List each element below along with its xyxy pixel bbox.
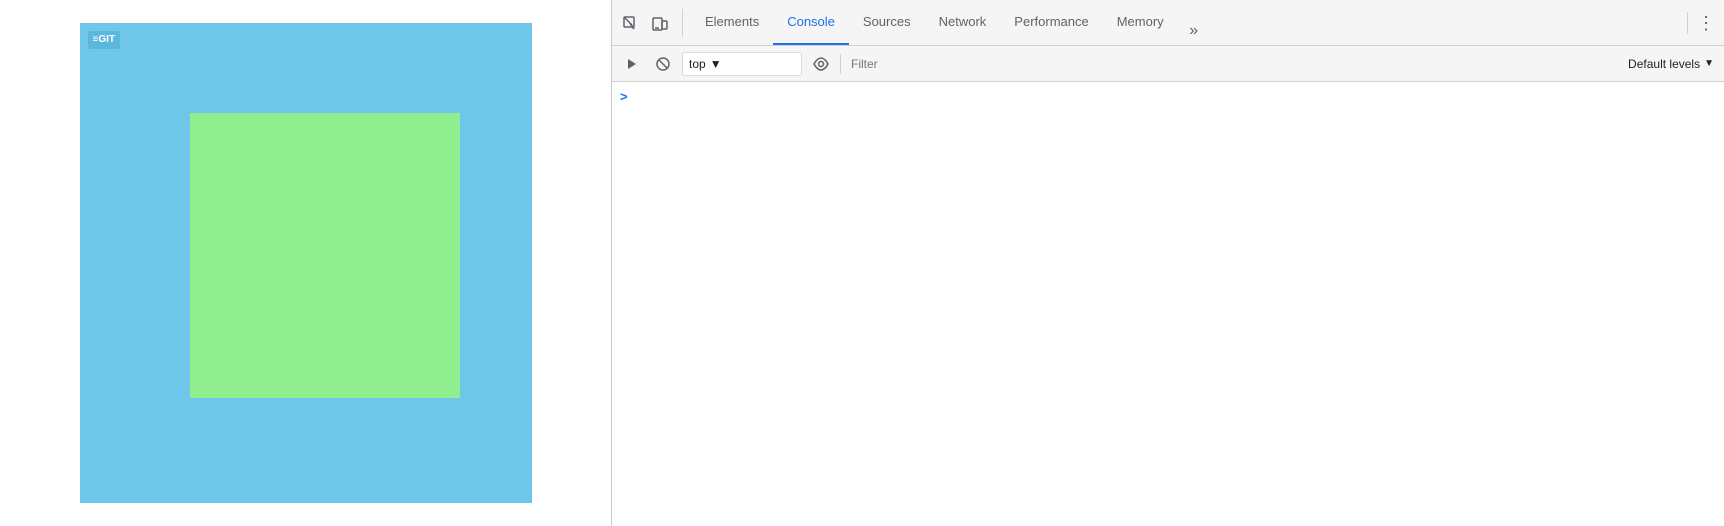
webpage-preview: ≡GIT: [0, 0, 612, 526]
menu-dots-icon: ⋮: [1697, 14, 1715, 32]
default-levels-button[interactable]: Default levels ▼: [1624, 52, 1718, 76]
more-tabs-button[interactable]: »: [1180, 17, 1208, 45]
inspect-element-button[interactable]: [616, 9, 644, 37]
console-toolbar-divider: [840, 54, 841, 74]
console-clear-button[interactable]: [618, 51, 644, 77]
console-toolbar: top ▼ Default levels ▼: [612, 46, 1724, 82]
context-value: top: [689, 57, 706, 71]
devtools-menu-button[interactable]: ⋮: [1692, 9, 1720, 37]
console-block-button[interactable]: [650, 51, 676, 77]
console-output: >: [612, 82, 1724, 526]
green-box: [190, 113, 460, 398]
devtools-tabs: Elements Console Sources Network Perform…: [691, 0, 1208, 45]
toolbar-icon-group: [616, 9, 683, 37]
logo-badge: ≡GIT: [88, 31, 121, 49]
default-levels-arrow: ▼: [1704, 58, 1714, 69]
default-levels-label: Default levels: [1628, 57, 1700, 71]
devtools-panel: Elements Console Sources Network Perform…: [612, 0, 1724, 526]
live-expressions-button[interactable]: [808, 51, 834, 77]
devtools-toolbar: Elements Console Sources Network Perform…: [612, 0, 1724, 46]
tab-console[interactable]: Console: [773, 0, 849, 45]
console-prompt-symbol: >: [620, 89, 628, 104]
tab-sources[interactable]: Sources: [849, 0, 925, 45]
filter-input[interactable]: [847, 52, 1618, 76]
device-toolbar-button[interactable]: [646, 9, 674, 37]
tab-network[interactable]: Network: [925, 0, 1001, 45]
tab-performance[interactable]: Performance: [1000, 0, 1102, 45]
console-prompt-line[interactable]: >: [612, 86, 1724, 107]
context-dropdown-arrow: ▼: [710, 57, 722, 71]
webpage-canvas: ≡GIT: [80, 23, 532, 503]
toolbar-separator: [1687, 12, 1688, 34]
tab-memory[interactable]: Memory: [1103, 0, 1178, 45]
tab-elements[interactable]: Elements: [691, 0, 773, 45]
context-selector[interactable]: top ▼: [682, 52, 802, 76]
